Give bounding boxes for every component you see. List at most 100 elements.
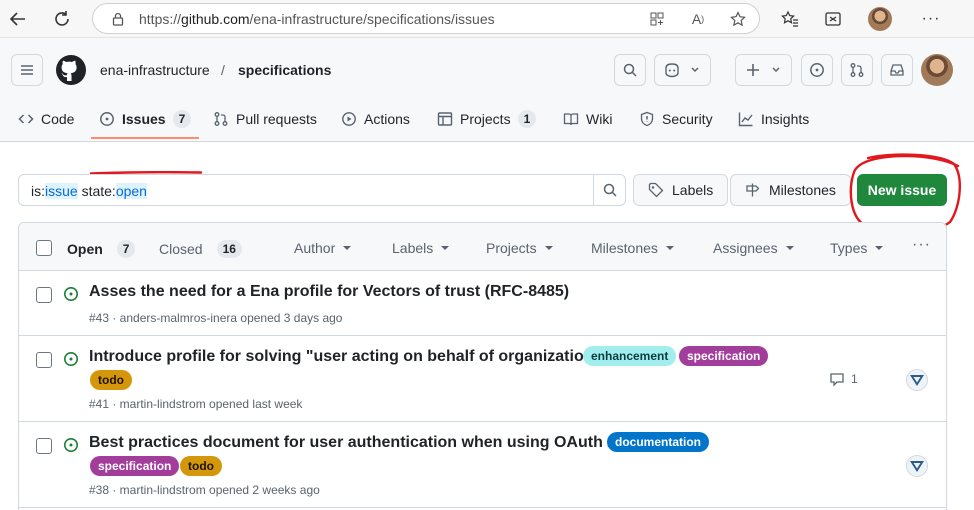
issue-opened-icon (810, 63, 824, 77)
issue-title[interactable]: Introduce profile for solving "user acti… (89, 348, 601, 366)
select-all-checkbox[interactable] (36, 240, 52, 256)
author-filter[interactable]: Author (294, 240, 352, 256)
comment-count: 1 (851, 372, 858, 386)
issue-row[interactable]: Asses the need for a Ena profile for Vec… (19, 271, 946, 336)
types-filter[interactable]: Types (830, 240, 884, 256)
search-icon (603, 183, 617, 197)
breadcrumb-org[interactable]: ena-infrastructure (100, 62, 210, 78)
labels-filter[interactable]: Labels (392, 240, 450, 256)
closed-issues-filter[interactable]: Closed 16 (159, 240, 242, 258)
tab-code[interactable]: Code (18, 108, 74, 130)
issue-checkbox[interactable] (36, 287, 52, 303)
labels-button[interactable]: Labels (633, 174, 729, 206)
milestones-filter[interactable]: Milestones (591, 240, 674, 256)
issue-row[interactable]: Best practices document for user authent… (19, 422, 946, 508)
tab-pull-requests-label: Pull requests (236, 111, 317, 127)
issue-checkbox[interactable] (36, 438, 52, 454)
closed-label: Closed (159, 241, 203, 257)
tab-security-label: Security (662, 111, 713, 127)
search-submit-button[interactable] (593, 175, 625, 205)
search-button[interactable] (614, 54, 646, 86)
triangle-down-icon (343, 246, 352, 250)
favorites-icon[interactable] (777, 6, 803, 32)
triangle-down-icon (441, 246, 450, 250)
triangle-down-icon (785, 246, 794, 250)
your-issues-button[interactable] (801, 54, 833, 86)
copilot-icon (665, 63, 679, 78)
back-icon[interactable] (5, 6, 31, 32)
tab-actions[interactable]: Actions (341, 108, 410, 130)
github-logo-icon[interactable] (55, 54, 87, 86)
assignee-avatar[interactable] (906, 369, 928, 391)
code-icon (18, 114, 34, 124)
issues-search-input[interactable]: is:issue state:open (18, 174, 626, 206)
search-query[interactable]: is:issue state:open (31, 183, 147, 199)
label-specification[interactable]: specification (90, 456, 180, 476)
url-path: /ena-infrastructure/specifications/issue… (249, 11, 495, 27)
open-issues-filter[interactable]: Open 7 (67, 240, 136, 258)
url-host: github.com (181, 11, 250, 27)
hamburger-icon (21, 65, 33, 75)
pull-request-icon (214, 112, 228, 126)
browser-toolbar: https://github.com/ena-infrastructure/sp… (0, 0, 974, 38)
issue-meta: #38 · martin-lindstrom opened 2 weeks ag… (89, 483, 320, 497)
lock-icon[interactable] (105, 6, 131, 32)
triangle-down-icon (665, 246, 674, 250)
url-text: https://github.com/ena-infrastructure/sp… (139, 11, 495, 27)
plus-icon (747, 64, 759, 76)
more-options-icon[interactable]: ··· (912, 236, 931, 254)
assignee-logo-icon (910, 375, 924, 386)
breadcrumb-repo[interactable]: specifications (238, 62, 331, 78)
tab-projects[interactable]: Projects 1 (437, 108, 537, 130)
issue-opened-icon (100, 112, 114, 126)
filter-label: Projects (486, 240, 537, 256)
triangle-down-icon (875, 246, 884, 250)
favorite-star-icon[interactable] (725, 6, 751, 32)
issue-checkbox[interactable] (36, 352, 52, 368)
projects-filter[interactable]: Projects (486, 240, 553, 256)
copilot-button[interactable] (654, 54, 711, 86)
label-documentation[interactable]: documentation (607, 432, 709, 452)
open-count-badge: 7 (116, 240, 136, 258)
tab-pull-requests[interactable]: Pull requests (213, 108, 317, 130)
issues-list-header: Open 7 Closed 16 Author Labels Projects … (19, 223, 946, 271)
assignees-filter[interactable]: Assignees (713, 240, 794, 256)
tab-wiki[interactable]: Wiki (563, 108, 612, 130)
issue-title[interactable]: Best practices document for user authent… (89, 434, 630, 452)
filter-label: Labels (392, 240, 434, 256)
comments-link[interactable]: 1 (829, 371, 858, 387)
create-new-button[interactable] (735, 54, 792, 86)
filter-label: Milestones (591, 240, 658, 256)
app-available-icon[interactable] (644, 6, 670, 32)
user-avatar[interactable] (921, 54, 953, 86)
screenshot-icon[interactable] (820, 6, 846, 32)
address-bar[interactable]: https://github.com/ena-infrastructure/sp… (92, 3, 760, 34)
tab-insights[interactable]: Insights (738, 108, 809, 130)
tab-wiki-label: Wiki (586, 111, 613, 127)
issue-row[interactable]: Introduce profile for solving "user acti… (19, 336, 946, 422)
more-options-icon[interactable]: ··· (918, 6, 944, 32)
search-icon (623, 63, 637, 77)
comment-icon (830, 373, 844, 387)
label-todo[interactable]: todo (90, 370, 132, 390)
milestones-button[interactable]: Milestones (730, 174, 851, 206)
read-aloud-icon[interactable]: A) (685, 6, 711, 32)
graph-icon (738, 112, 753, 127)
tab-security[interactable]: Security (639, 108, 713, 130)
menu-button[interactable] (11, 54, 43, 86)
issue-title[interactable]: Asses the need for a Ena profile for Vec… (89, 283, 569, 301)
milestones-button-label: Milestones (769, 182, 836, 198)
issue-opened-icon (64, 438, 78, 452)
label-specification[interactable]: specification (679, 346, 769, 366)
triangle-down-icon (544, 246, 553, 250)
refresh-icon[interactable] (49, 6, 75, 32)
label-todo[interactable]: todo (180, 456, 222, 476)
your-pull-requests-button[interactable] (841, 54, 873, 86)
label-enhancement[interactable]: enhancement (583, 346, 677, 366)
filter-label: Author (294, 240, 336, 256)
assignee-logo-icon (910, 461, 924, 472)
inbox-button[interactable] (881, 54, 913, 86)
tab-issues[interactable]: Issues 7 (99, 108, 192, 130)
assignee-avatar[interactable] (906, 455, 928, 477)
browser-profile-avatar[interactable] (868, 7, 892, 31)
